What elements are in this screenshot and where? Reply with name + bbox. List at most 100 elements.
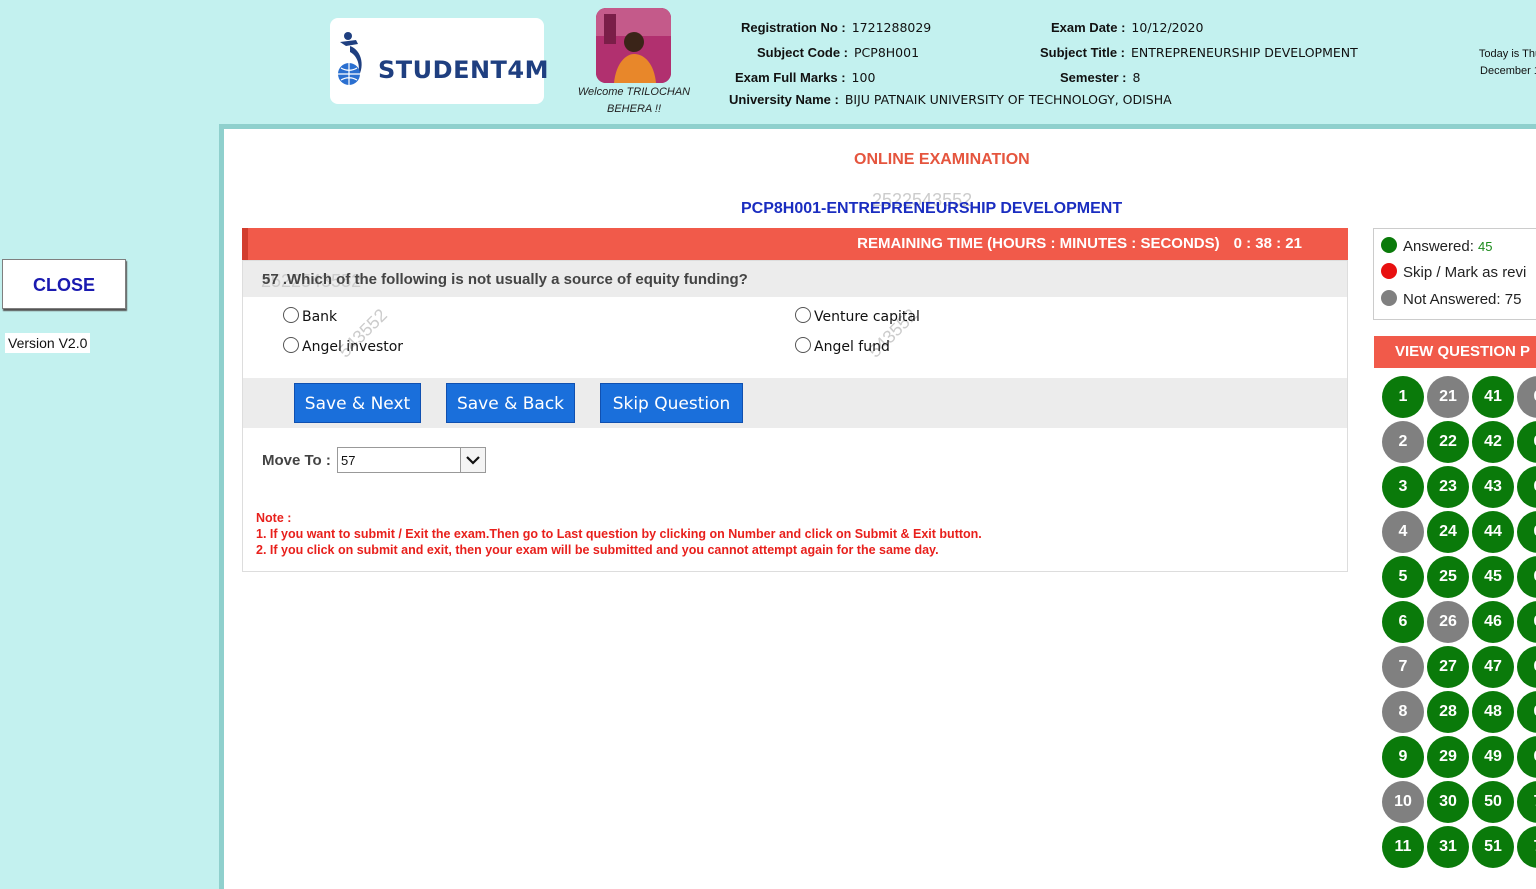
question-number-button[interactable]: 3 bbox=[1382, 466, 1424, 508]
question-palette: 1 2 3 4 5 6 7 8 9 10 11 21 22 23 24 25 26 27 28 29 30 31 41 42 4… bbox=[1374, 368, 1536, 868]
question-number-button[interactable]: 41 bbox=[1472, 376, 1514, 418]
move-to-select[interactable]: 57 bbox=[337, 447, 486, 473]
today-line-2: December 1 bbox=[1480, 65, 1536, 77]
note-title: Note : bbox=[256, 511, 292, 525]
timer-value: 0 : 38 : 21 bbox=[1233, 235, 1302, 252]
question-number-button[interactable]: 25 bbox=[1427, 556, 1469, 598]
question-number-button[interactable]: 6 bbox=[1517, 421, 1536, 463]
save-next-button[interactable]: Save & Next bbox=[294, 383, 421, 423]
question-number-button[interactable]: 30 bbox=[1427, 781, 1469, 823]
chevron-down-icon[interactable] bbox=[460, 448, 485, 472]
status-legend: Answered: 45 Skip / Mark as revi Not Ans… bbox=[1373, 228, 1536, 320]
university-label: University Name : bbox=[729, 92, 839, 107]
note-line-2: 2. If you click on submit and exit, then… bbox=[256, 543, 939, 557]
registration-value: 1721288029 bbox=[851, 20, 932, 35]
question-number-button[interactable]: 48 bbox=[1472, 691, 1514, 733]
question-number-button[interactable]: 50 bbox=[1472, 781, 1514, 823]
radio-button[interactable] bbox=[283, 307, 299, 323]
question-number-button[interactable]: 6 bbox=[1517, 646, 1536, 688]
legend-skip: Skip / Mark as revi bbox=[1381, 263, 1526, 281]
legend-answered-count: 45 bbox=[1478, 239, 1493, 254]
subject-title-value: ENTREPRENEURSHIP DEVELOPMENT bbox=[1131, 45, 1358, 60]
logo-text: STUDENT4M bbox=[378, 56, 549, 84]
question-number-button[interactable]: 27 bbox=[1427, 646, 1469, 688]
question-number-button[interactable]: 49 bbox=[1472, 736, 1514, 778]
logo-graduate-icon bbox=[338, 32, 362, 85]
question-number-button[interactable]: 7 bbox=[1382, 646, 1424, 688]
grey-dot-icon bbox=[1381, 290, 1397, 306]
question-number-button[interactable]: 4 bbox=[1382, 511, 1424, 553]
question-number-button[interactable]: 45 bbox=[1472, 556, 1514, 598]
question-number-button[interactable]: 8 bbox=[1382, 691, 1424, 733]
radio-button[interactable] bbox=[795, 307, 811, 323]
note-line-1: 1. If you want to submit / Exit the exam… bbox=[256, 527, 982, 541]
question-number-button[interactable]: 46 bbox=[1472, 601, 1514, 643]
question-number-button[interactable]: 21 bbox=[1427, 376, 1469, 418]
save-back-button[interactable]: Save & Back bbox=[446, 383, 575, 423]
question-number-button[interactable]: 22 bbox=[1427, 421, 1469, 463]
option-bank[interactable]: Bank bbox=[283, 307, 337, 325]
university-value: BIJU PATNAIK UNIVERSITY OF TECHNOLOGY, O… bbox=[844, 92, 1172, 107]
question-number-button[interactable]: 5 bbox=[1382, 556, 1424, 598]
question-number-button[interactable]: 6 bbox=[1517, 466, 1536, 508]
question-number-button[interactable]: 9 bbox=[1382, 736, 1424, 778]
site-logo: STUDENT4M bbox=[330, 18, 549, 104]
question-number-button[interactable]: 28 bbox=[1427, 691, 1469, 733]
question-number-button[interactable]: 1 bbox=[1382, 376, 1424, 418]
question-number-button[interactable]: 7 bbox=[1517, 826, 1536, 868]
option-angel-investor[interactable]: Angel investor bbox=[283, 337, 403, 355]
question-number-button[interactable]: 29 bbox=[1427, 736, 1469, 778]
note: Note : 1. If you want to submit / Exit t… bbox=[256, 510, 982, 558]
option-label: Venture capital bbox=[814, 309, 920, 325]
option-label: Bank bbox=[302, 309, 338, 325]
question-number-button[interactable]: 26 bbox=[1427, 601, 1469, 643]
question-number-button[interactable]: 23 bbox=[1427, 466, 1469, 508]
question-number-button[interactable]: 6 bbox=[1517, 691, 1536, 733]
radio-button[interactable] bbox=[795, 337, 811, 353]
question-number-button[interactable]: 44 bbox=[1472, 511, 1514, 553]
option-venture-capital[interactable]: Venture capital bbox=[795, 307, 920, 325]
question-number-button[interactable]: 24 bbox=[1427, 511, 1469, 553]
subject-code-label: Subject Code : bbox=[757, 45, 849, 60]
subject-code-row: Subject Code : PCP8H001 bbox=[757, 45, 919, 60]
question-number-button[interactable]: 6 bbox=[1517, 556, 1536, 598]
subject-title-row: Subject Title : ENTREPRENEURSHIP DEVELOPM… bbox=[1040, 45, 1358, 60]
question-number-button[interactable]: 10 bbox=[1382, 781, 1424, 823]
legend-skip-label: Skip / Mark as revi bbox=[1403, 264, 1527, 281]
red-dot-icon bbox=[1381, 263, 1397, 279]
exam-date-row: Exam Date : 10/12/2020 bbox=[1051, 20, 1203, 35]
timer: REMAINING TIME (HOURS : MINUTES : SECOND… bbox=[857, 235, 1302, 252]
legend-not-answered-label: Not Answered: bbox=[1403, 291, 1501, 308]
close-button[interactable]: CLOSE bbox=[2, 259, 126, 309]
option-label: Angel fund bbox=[814, 339, 890, 355]
timer-label: REMAINING TIME (HOURS : MINUTES : SECOND… bbox=[857, 235, 1220, 252]
question-number-button[interactable]: 2 bbox=[1382, 421, 1424, 463]
question-number-button[interactable]: 6 bbox=[1382, 601, 1424, 643]
question-number-button[interactable]: 42 bbox=[1472, 421, 1514, 463]
subject-title-label: Subject Title : bbox=[1040, 45, 1125, 60]
question-number-button[interactable]: 11 bbox=[1382, 826, 1424, 868]
question-card: 2522543552 57 .Which of the following is… bbox=[242, 260, 1348, 572]
question-number-button[interactable]: 43 bbox=[1472, 466, 1514, 508]
question-number-button[interactable]: 7 bbox=[1517, 781, 1536, 823]
exam-date-label: Exam Date : bbox=[1051, 20, 1126, 35]
skip-question-button[interactable]: Skip Question bbox=[600, 383, 743, 423]
question-number-button[interactable]: 6 bbox=[1517, 736, 1536, 778]
legend-not-answered-count: 75 bbox=[1504, 291, 1522, 308]
question-number-button[interactable]: 6 bbox=[1517, 601, 1536, 643]
green-dot-icon bbox=[1381, 237, 1397, 253]
option-angel-fund[interactable]: Angel fund bbox=[795, 337, 890, 355]
question-number-button[interactable]: 51 bbox=[1472, 826, 1514, 868]
question-number-button[interactable]: 31 bbox=[1427, 826, 1469, 868]
action-bar: Save & Next Save & Back Skip Question bbox=[243, 378, 1347, 428]
legend-answered-label: Answered: bbox=[1403, 238, 1474, 255]
move-to-label: Move To : bbox=[262, 452, 331, 469]
question-number-button[interactable]: 47 bbox=[1472, 646, 1514, 688]
option-label: Angel investor bbox=[302, 339, 404, 355]
radio-button[interactable] bbox=[283, 337, 299, 353]
exam-title: ONLINE EXAMINATION bbox=[854, 151, 1030, 168]
question-number-button[interactable]: 6 bbox=[1517, 511, 1536, 553]
move-to-value: 57 bbox=[341, 453, 356, 468]
full-marks-value: 100 bbox=[851, 70, 876, 85]
question-number-button[interactable]: 6 bbox=[1517, 376, 1536, 418]
